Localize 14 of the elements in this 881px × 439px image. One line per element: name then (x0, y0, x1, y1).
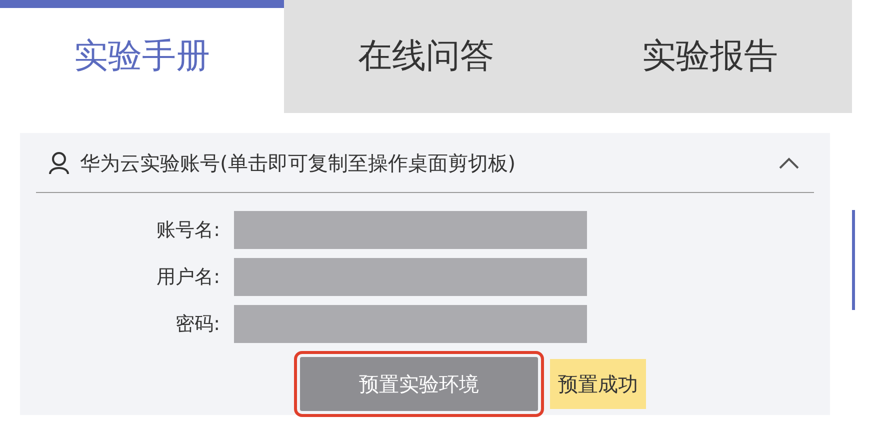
chevron-icon (778, 156, 800, 170)
tab[interactable]: 实验报告 (568, 0, 852, 113)
input-field[interactable] (234, 258, 587, 296)
tab[interactable]: 在线问答 (284, 0, 568, 113)
input-field[interactable] (234, 211, 587, 249)
user-icon (48, 150, 70, 174)
collapse-button[interactable] (778, 156, 800, 170)
field-label: 用户名: (156, 264, 221, 290)
field-label: 账号名: (156, 218, 221, 243)
status-badge: 预置成功 (550, 359, 646, 409)
input-field[interactable] (234, 305, 587, 343)
scrollbar-icon (852, 210, 855, 310)
panel-title: 华为云实验账号(单击即可复制至操作桌面剪切板) (80, 150, 516, 176)
field-label: 密码: (174, 312, 221, 337)
